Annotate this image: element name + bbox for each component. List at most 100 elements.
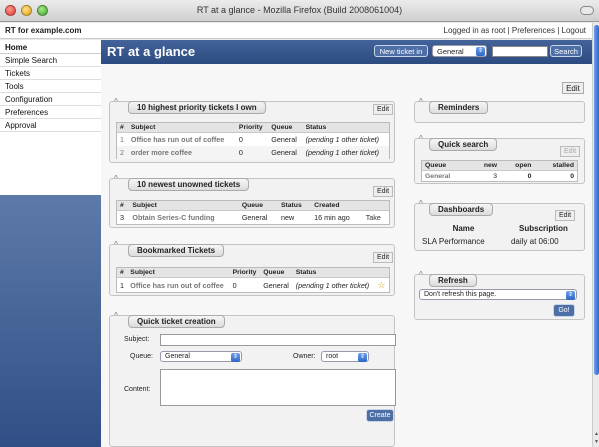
bookmarked-tickets-table: # Subject Priority Queue Status 1 Office… xyxy=(116,267,390,293)
quick-create-queue-select[interactable]: General ⇕ xyxy=(160,351,242,362)
window-title: RT at a glance - Mozilla Firefox (Build … xyxy=(196,5,403,15)
updown-arrows-icon: ⇕ xyxy=(476,47,485,56)
dashboard-subscription[interactable]: daily at 06:00 xyxy=(508,235,579,248)
toolbar-toggle-button[interactable] xyxy=(580,6,594,15)
reminders-portlet: ^ Reminders xyxy=(414,98,585,123)
priority-tickets-table: # Subject Priority Queue Status 1 Office… xyxy=(116,122,390,159)
table-row[interactable]: SLA Performance daily at 06:00 xyxy=(419,235,579,248)
ticket-queue: General xyxy=(268,146,303,159)
dashboards-edit-button[interactable]: Edit xyxy=(555,210,575,221)
dashboards-portlet: ^ Dashboards Edit Name Subscription SLA … xyxy=(414,200,585,251)
ticket-id[interactable]: 1 xyxy=(117,278,127,294)
vertical-scrollbar[interactable]: ▲ ▼ xyxy=(592,23,599,447)
collapse-caret-icon[interactable]: ^ xyxy=(419,271,427,279)
open-count[interactable]: 0 xyxy=(500,171,534,183)
priority-tickets-edit-button[interactable]: Edit xyxy=(373,104,393,115)
collapse-caret-icon[interactable]: ^ xyxy=(419,200,427,208)
scrollbar-thumb[interactable] xyxy=(594,25,599,375)
scroll-down-arrow-icon[interactable]: ▼ xyxy=(593,439,599,446)
column-header: Queue xyxy=(260,268,293,278)
table-row[interactable]: 3 Obtain Series-C funding General new 16… xyxy=(117,211,389,225)
unowned-tickets-edit-button[interactable]: Edit xyxy=(373,186,393,197)
collapse-caret-icon[interactable]: ^ xyxy=(114,241,122,249)
bookmarked-tickets-edit-button[interactable]: Edit xyxy=(373,252,393,263)
nav-item-configuration[interactable]: Configuration xyxy=(0,93,101,106)
priority-tickets-title: 10 highest priority tickets I own xyxy=(128,101,266,114)
collapse-caret-icon[interactable]: ^ xyxy=(419,98,427,106)
ticket-status: (pending 1 other ticket) xyxy=(295,281,370,290)
ticket-subject[interactable]: Obtain Series-C funding xyxy=(129,211,238,225)
stalled-count[interactable]: 0 xyxy=(534,171,577,183)
quick-search-table: Queue new open stalled General 3 0 0 xyxy=(421,160,578,182)
table-row[interactable]: General 3 0 0 xyxy=(422,171,577,183)
table-row[interactable]: 2 order more coffee 0 General (pending 1… xyxy=(117,146,389,159)
owner-label: Owner: xyxy=(293,353,316,360)
ticket-id[interactable]: 3 xyxy=(117,211,129,225)
dashboard-name[interactable]: SLA Performance xyxy=(419,235,508,248)
owner-select[interactable]: root ⇕ xyxy=(321,351,369,362)
ticket-queue: General xyxy=(271,135,297,144)
collapse-caret-icon[interactable]: ^ xyxy=(114,175,122,183)
column-header: Created xyxy=(311,201,363,211)
ticket-subject[interactable]: Office has run out of coffee xyxy=(128,133,236,147)
column-header: Priority xyxy=(235,123,269,133)
bookmark-star-icon[interactable]: ☆ xyxy=(374,278,389,294)
refresh-portlet: ^ Refresh Don't refresh this page. ⇕ Go! xyxy=(414,271,585,320)
updown-arrows-icon: ⇕ xyxy=(231,353,240,362)
ticket-status: new xyxy=(280,213,295,222)
updown-arrows-icon: ⇕ xyxy=(358,353,367,362)
new-count[interactable]: 3 xyxy=(470,171,500,183)
table-row[interactable]: 1 Office has run out of coffee 0 General… xyxy=(117,133,389,147)
subject-input[interactable] xyxy=(160,334,396,346)
page-title: RT at a glance xyxy=(107,44,196,59)
refresh-go-button[interactable]: Go! xyxy=(553,304,575,317)
collapse-caret-icon[interactable]: ^ xyxy=(419,135,427,143)
column-header xyxy=(374,268,389,278)
logout-link[interactable]: Logout xyxy=(562,26,586,35)
ticket-priority: 0 xyxy=(232,281,237,290)
main-content: RT at a glance New ticket in General ⇕ S… xyxy=(101,40,592,447)
column-header: Subscription xyxy=(519,224,568,233)
new-ticket-button[interactable]: New ticket in xyxy=(374,45,428,57)
reminders-title: Reminders xyxy=(429,101,489,114)
ticket-id[interactable]: 2 xyxy=(117,146,128,159)
quick-search-edit-button[interactable]: Edit xyxy=(560,146,580,157)
take-ticket-link[interactable]: Take xyxy=(363,211,389,225)
bookmarked-tickets-title: Bookmarked Tickets xyxy=(128,244,225,257)
collapse-caret-icon[interactable]: ^ xyxy=(114,312,122,320)
nav-item-tools[interactable]: Tools xyxy=(0,80,101,93)
quick-create-portlet: ^ Quick ticket creation Subject: Queue: … xyxy=(109,312,396,447)
nav-item-home[interactable]: Home xyxy=(0,40,101,54)
ticket-subject[interactable]: Office has run out of coffee xyxy=(127,278,229,294)
column-header: Priority xyxy=(229,268,261,278)
content-textarea[interactable] xyxy=(160,369,396,406)
collapse-caret-icon[interactable]: ^ xyxy=(114,98,122,106)
page-edit-button[interactable]: Edit xyxy=(562,82,584,94)
ticket-queue: General xyxy=(263,281,289,290)
ticket-id[interactable]: 1 xyxy=(117,133,128,147)
column-header: Subject xyxy=(129,201,239,211)
column-header: # xyxy=(117,201,130,211)
scroll-up-arrow-icon[interactable]: ▲ xyxy=(593,431,599,438)
nav-item-approval[interactable]: Approval xyxy=(0,119,101,132)
priority-tickets-portlet: ^ 10 highest priority tickets I own Edit… xyxy=(109,98,395,163)
bookmarked-tickets-portlet: ^ Bookmarked Tickets Edit # Subject Prio… xyxy=(109,241,395,296)
table-row[interactable]: 1 Office has run out of coffee 0 General… xyxy=(117,278,389,294)
owner-value: root xyxy=(326,353,339,360)
column-header: Queue xyxy=(268,123,303,133)
search-input[interactable] xyxy=(492,46,548,57)
refresh-select[interactable]: Don't refresh this page. ⇕ xyxy=(419,289,577,300)
quick-create-title: Quick ticket creation xyxy=(128,315,225,328)
ticket-subject[interactable]: order more coffee xyxy=(127,146,236,159)
column-header: Status xyxy=(302,123,389,133)
nav-item-simple-search[interactable]: Simple Search xyxy=(0,54,101,67)
preferences-link[interactable]: Preferences xyxy=(512,26,555,35)
queue-link[interactable]: General xyxy=(422,171,470,183)
nav-item-preferences[interactable]: Preferences xyxy=(0,106,101,119)
create-button[interactable]: Create xyxy=(366,409,394,422)
queue-label: Queue: xyxy=(130,353,153,360)
nav-item-tickets[interactable]: Tickets xyxy=(0,67,101,80)
new-ticket-queue-select[interactable]: General ⇕ xyxy=(432,45,487,57)
search-button[interactable]: Search xyxy=(550,45,582,57)
refresh-title: Refresh xyxy=(429,274,477,287)
